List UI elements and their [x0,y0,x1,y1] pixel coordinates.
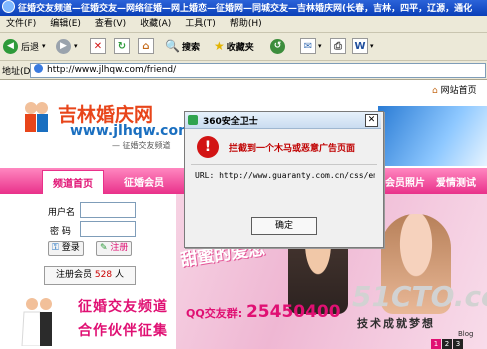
promo-line2: 合作伙伴征集 [78,323,168,339]
stop-icon: ✕ [90,38,106,54]
username-label: 用户名 [48,208,76,218]
word-button[interactable]: W ▾ [352,37,374,55]
word-icon: W [352,38,368,54]
register-button-label: 注册 [110,243,129,253]
forward-arrow-icon: ▶ [56,38,71,54]
stop-button[interactable]: ✕ [90,37,106,55]
dialog-title: 360安全卫士 [203,117,258,127]
qq-number: 25450400 [245,302,341,322]
qq-label: QQ交友群: [186,307,243,320]
menu-help[interactable]: 帮助(H) [230,19,262,29]
logo-url: www.jlhqw.com [70,123,193,139]
logo-subtitle: — 征婚交友频道 [112,141,171,150]
site-home-label: 网站首页 [440,86,477,96]
address-url: http://www.jlhqw.com/friend/ [47,65,177,75]
login-button-label: 登录 [61,243,80,253]
site-home-link[interactable]: ⌂ 网站首页 [432,83,477,96]
login-button[interactable]: ⚿ 登录 [48,241,84,256]
forward-button[interactable]: ▶ ▾ [56,37,78,55]
tab-channel-home[interactable]: 频道首页 [42,170,104,194]
couple-logo-icon [25,102,48,132]
home-icon: ⌂ [432,86,438,96]
pager-item[interactable]: 1 [431,339,441,349]
menu-bar: 文件(F) 编辑(E) 查看(V) 收藏(A) 工具(T) 帮助(H) [0,16,487,33]
back-label: 后退 [21,42,40,53]
address-input[interactable]: http://www.jlhqw.com/friend/ [30,63,486,78]
promo-line1: 征婚交友频道 [78,299,168,315]
ie-icon [2,0,15,13]
dialog-divider [191,164,377,165]
members-count: 528 [94,270,113,280]
qq-group-text: QQ交友群: 25450400 [186,302,341,322]
menu-view[interactable]: 查看(V) [95,19,126,29]
mail-button[interactable]: ✉ ▾ [300,37,322,55]
ok-button[interactable]: 确定 [251,217,317,235]
menu-file[interactable]: 文件(F) [6,19,36,29]
tab-love-test[interactable]: 爱情测试 [436,174,476,189]
top-banner-ad[interactable] [378,106,487,166]
watermark-brand: 51CTO.com [352,280,487,313]
chevron-down-icon: ▾ [318,42,322,50]
tab-members[interactable]: 征婚会员 [124,174,164,189]
dialog-titlebar: 360安全卫士 ✕ [185,112,381,129]
chevron-down-icon: ▾ [74,42,78,50]
menu-favorites[interactable]: 收藏(A) [140,19,171,29]
close-icon[interactable]: ✕ [365,114,378,127]
back-button[interactable]: ◀ 后退 ▾ [3,37,46,55]
warning-icon: ! [197,136,219,158]
menu-edit[interactable]: 编辑(E) [50,19,81,29]
register-icon: ✎ [100,243,108,253]
star-icon: ★ [214,39,225,53]
print-button[interactable]: ⎙ [330,37,346,55]
members-unit: 人 [114,270,124,280]
pager-item[interactable]: 3 [453,339,463,349]
home-icon: ⌂ [138,38,154,54]
toolbar: ◀ 后退 ▾ ▶ ▾ ✕ ↻ ⌂ 🔍 搜索 ★ 收藏夹 ↺ ✉ ▾ ⎙ W ▾ [0,33,487,61]
username-input[interactable] [80,202,136,218]
refresh-button[interactable]: ↻ [114,37,130,55]
security-alert-dialog: 360安全卫士 ✕ ! 拦截到一个木马或恶意广告页面 URL: http://w… [184,111,384,248]
chevron-down-icon: ▾ [42,42,46,50]
menu-tools[interactable]: 工具(T) [185,19,216,29]
favorites-button[interactable]: ★ 收藏夹 [214,37,254,55]
back-arrow-icon: ◀ [3,38,18,54]
watermark-blog: Blog [458,330,474,338]
history-icon: ↺ [270,38,285,54]
chevron-down-icon: ▾ [370,42,374,50]
wedding-couple-icon [21,298,52,346]
pager-item[interactable]: 2 [442,339,452,349]
favorites-label: 收藏夹 [226,42,254,53]
address-bar: 地址(D) http://www.jlhqw.com/friend/ [0,61,487,80]
home-button[interactable]: ⌂ [138,37,154,55]
search-button[interactable]: 🔍 搜索 [165,37,200,55]
page-icon [34,64,43,73]
tab-member-photos[interactable]: 会员照片 [385,174,425,189]
password-input[interactable] [80,221,136,237]
history-button[interactable]: ↺ [270,37,285,55]
print-icon: ⎙ [330,38,346,54]
register-button[interactable]: ✎ 注册 [96,241,133,256]
search-label: 搜索 [181,42,200,53]
shield-icon [188,115,198,125]
banner-pager: 1 2 3 [430,339,463,349]
dialog-message: 拦截到一个木马或恶意广告页面 [229,144,356,154]
refresh-icon: ↻ [114,38,130,54]
dialog-url: URL: http://www.guaranty.com.cn/css/em [195,171,375,180]
window-title: 征婚交友频道—征婚交友—网络征婚—网上婚恋—征婚网—同城交友—吉林婚庆网(长春，… [18,4,473,14]
partner-promo[interactable]: 征婚交友频道 合作伙伴征集 [16,290,176,349]
window-titlebar: 征婚交友频道—征婚交友—网络征婚—网上婚恋—征婚网—同城交友—吉林婚庆网(长春，… [0,0,487,16]
mail-icon: ✉ [300,38,316,54]
key-icon: ⚿ [52,243,59,253]
member-count-box: 注册会员 528 人 [44,266,136,285]
password-label: 密 码 [50,227,71,237]
search-icon: 🔍 [165,39,180,53]
members-label: 注册会员 [56,270,93,280]
watermark-slogan: 技术成就梦想 [357,317,435,330]
